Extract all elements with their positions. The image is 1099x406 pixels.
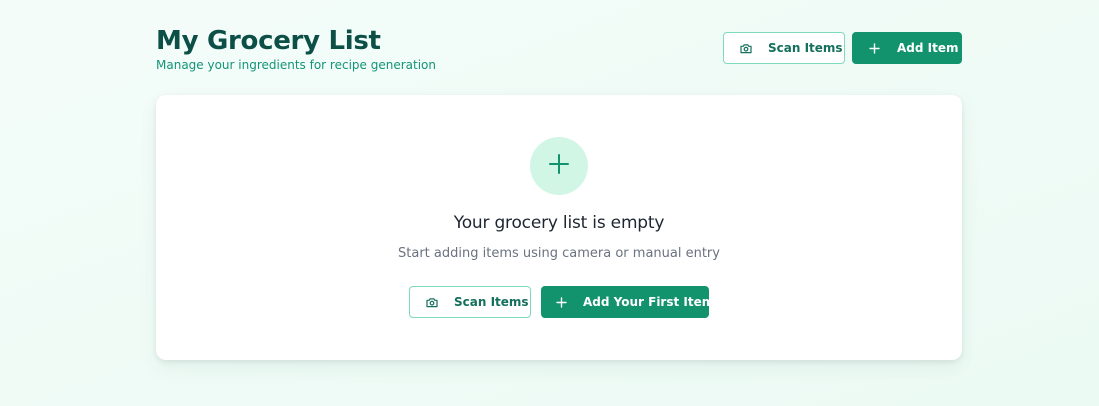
scan-items-label: Scan Items — [454, 295, 529, 309]
add-item-button[interactable]: Add Item — [852, 32, 962, 64]
empty-state-title: Your grocery list is empty — [453, 213, 665, 233]
page-title: My Grocery List — [156, 26, 381, 56]
camera-icon — [739, 41, 753, 55]
plus-icon — [867, 41, 881, 55]
plus-icon — [548, 153, 570, 179]
empty-state-card: Your grocery list is empty Start adding … — [156, 95, 962, 360]
camera-icon — [425, 295, 439, 309]
empty-state-description: Start adding items using camera or manua… — [398, 246, 720, 261]
add-first-item-label: Add Your First Item — [583, 295, 715, 309]
scan-items-button[interactable]: Scan Items — [723, 32, 845, 64]
empty-state-icon-circle — [530, 137, 588, 195]
add-item-label: Add Item — [897, 41, 959, 55]
scan-items-label: Scan Items — [768, 41, 843, 55]
add-first-item-button[interactable]: Add Your First Item — [541, 286, 714, 318]
scan-items-button[interactable]: Scan Items — [409, 286, 531, 318]
plus-icon — [556, 295, 567, 309]
page-subtitle: Manage your ingredients for recipe gener… — [156, 58, 436, 72]
page-header: My Grocery List Manage your ingredients … — [156, 24, 962, 78]
